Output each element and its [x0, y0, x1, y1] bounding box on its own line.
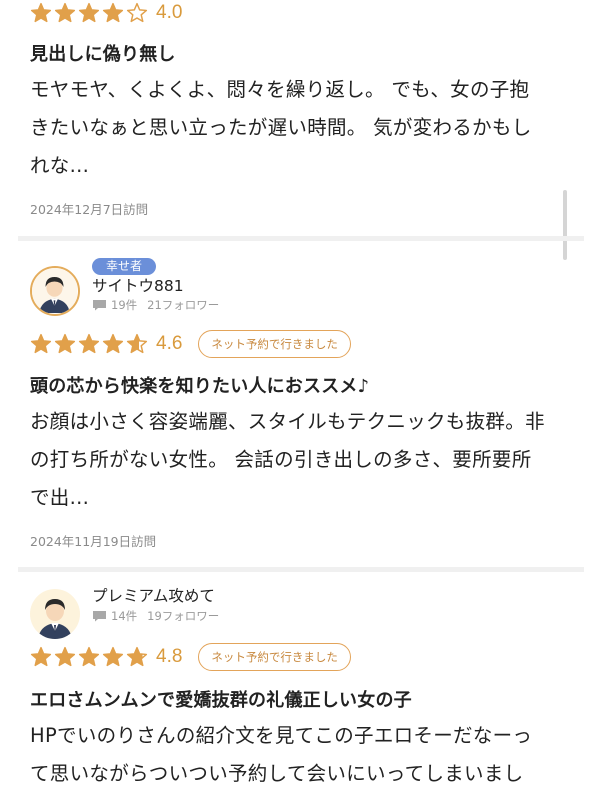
visit-date: 2024年11月19日訪問: [30, 534, 157, 549]
review-body-line: きたいなぁと思い立ったが遅い時間。 気が変わるかもし: [30, 116, 532, 139]
user-tag-badge: 幸せ者: [92, 258, 157, 275]
review-body: HPでいのりさんの紹介文を見てこの子エロそーだなーっ て思いながらついつい予約し…: [30, 717, 580, 793]
username[interactable]: サイトウ881: [92, 274, 184, 296]
star-icon: [126, 2, 148, 23]
star-rating: [30, 333, 150, 355]
star-icon: [102, 2, 124, 23]
speech-bubble-icon: [93, 300, 106, 311]
star-rating: [30, 2, 150, 24]
review-body-line: で出...: [30, 486, 90, 509]
review-title: 見出しに偽り無し: [30, 44, 176, 65]
review-divider: [18, 567, 584, 572]
star-icon: [30, 333, 52, 354]
star-icon: [102, 333, 124, 354]
user-stats: 19件 21フォロワー: [92, 297, 219, 313]
review-body-line: て思いながらついつい予約して会いにいってしまいまし: [30, 762, 524, 785]
review-body: モヤモヤ、くよくよ、悶々を繰り返し。 でも、女の子抱 きたいなぁと思い立ったが遅…: [30, 71, 570, 185]
star-icon: [78, 333, 100, 354]
review-body-line: れな...: [30, 154, 90, 177]
star-icon: [78, 646, 100, 667]
star-icon: [54, 333, 76, 354]
star-icon: [126, 333, 148, 354]
user-stats: 14件 19フォロワー: [92, 608, 219, 624]
review-body-line: の打ち所がない女性。 会話の引き出しの多さ、要所要所: [30, 448, 532, 471]
review-divider: [18, 236, 584, 241]
net-reservation-badge: ネット予約で行きました: [198, 330, 351, 358]
rating-row: 4.8 ネット予約で行きました: [30, 642, 351, 672]
review-title: エロさムンムンで愛嬌抜群の礼儀正しい女の子: [30, 690, 412, 711]
review-title: 頭の芯から快楽を知りたい人におススメ♪: [30, 376, 370, 397]
follower-count: 21フォロワー: [147, 298, 220, 312]
star-icon: [54, 646, 76, 667]
speech-bubble-icon: [93, 611, 106, 622]
rating-score: 4.6: [156, 333, 183, 354]
review-body-line: お顔は小さく容姿端麗、スタイルもテクニックも抜群。非: [30, 410, 545, 433]
review-body: お顔は小さく容姿端麗、スタイルもテクニックも抜群。非 の打ち所がない女性。 会話…: [30, 403, 580, 517]
star-icon: [30, 2, 52, 23]
username[interactable]: プレミアム攻めて: [92, 584, 215, 606]
avatar-illustration-icon: [32, 268, 77, 313]
rating-score: 4.0: [156, 2, 183, 23]
star-icon: [102, 646, 124, 667]
review-body-line: モヤモヤ、くよくよ、悶々を繰り返し。 でも、女の子抱: [30, 78, 530, 101]
star-icon: [126, 646, 148, 667]
star-icon: [54, 2, 76, 23]
review-count: 19件: [111, 298, 138, 312]
rating-row: 4.6 ネット予約で行きました: [30, 329, 351, 359]
star-icon: [78, 2, 100, 23]
user-avatar[interactable]: [30, 589, 80, 639]
avatar-illustration-icon: [30, 589, 80, 639]
rating-score: 4.8: [156, 646, 183, 667]
scrollbar-thumb[interactable]: [563, 190, 567, 260]
visit-date: 2024年12月7日訪問: [30, 202, 149, 217]
rating-row: 4.0: [30, 0, 182, 28]
review-count: 14件: [111, 609, 138, 623]
star-icon: [30, 646, 52, 667]
review-body-line: HPでいのりさんの紹介文を見てこの子エロそーだなーっ: [30, 724, 533, 747]
star-rating: [30, 646, 150, 668]
user-avatar[interactable]: [30, 266, 80, 316]
follower-count: 19フォロワー: [147, 609, 220, 623]
net-reservation-badge: ネット予約で行きました: [198, 643, 351, 671]
